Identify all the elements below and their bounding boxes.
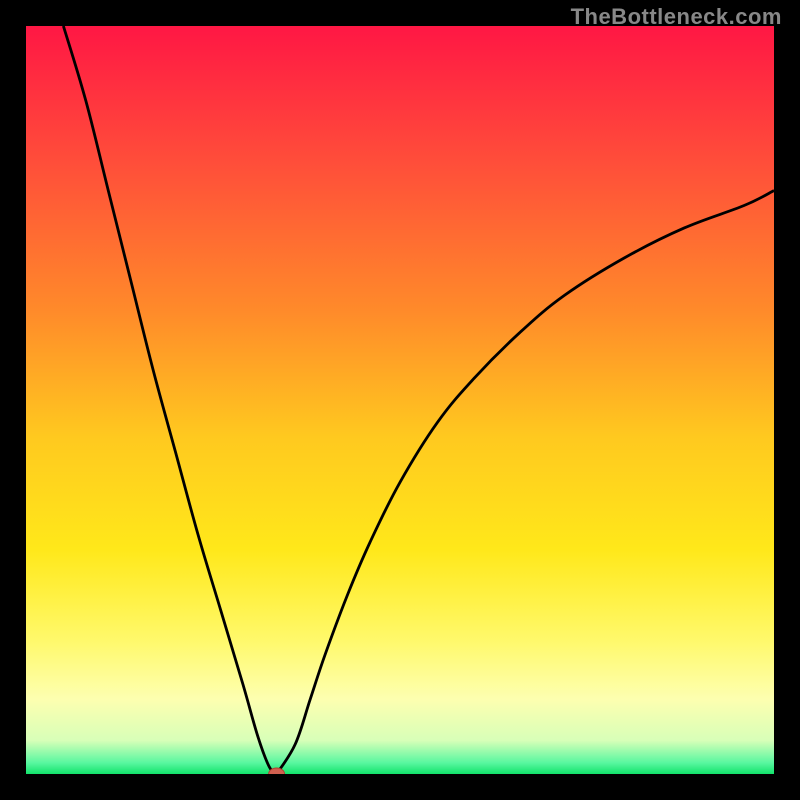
plot-svg bbox=[26, 26, 774, 774]
watermark-text: TheBottleneck.com bbox=[571, 4, 782, 30]
plot-area bbox=[26, 26, 774, 774]
chart-frame: TheBottleneck.com bbox=[0, 0, 800, 800]
gradient-background bbox=[26, 26, 774, 774]
